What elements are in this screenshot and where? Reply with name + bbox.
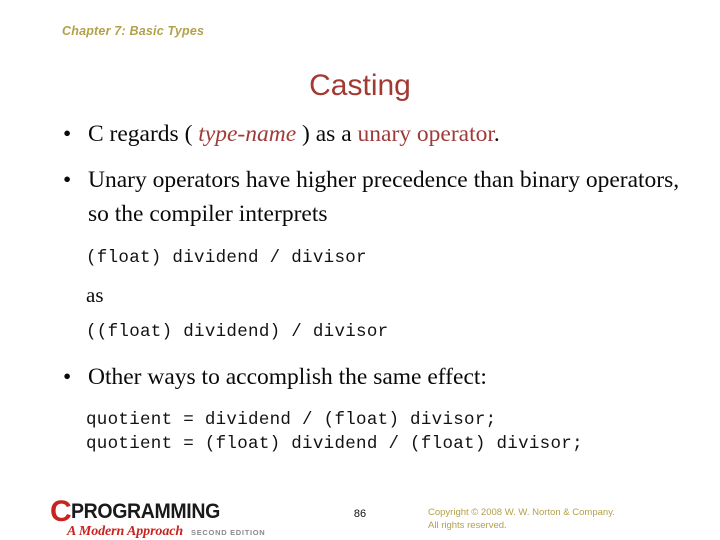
logo-subtitle-row: A Modern Approach SECOND EDITION [50, 524, 280, 540]
logo-word-programming: PROGRAMMING [70, 499, 220, 523]
bullet-1-paren-close: ) [296, 121, 310, 147]
bullet-1-type-name: type-name [198, 121, 297, 147]
copyright-notice: Copyright © 2008 W. W. Norton & Company.… [428, 506, 615, 532]
bullet-glyph: • [63, 363, 72, 390]
bullet-item-3: • Other ways to accomplish the same effe… [0, 361, 720, 394]
bullet-1-emphasis: unary operator [357, 121, 494, 147]
bullet-glyph: • [63, 121, 72, 147]
slide-footer: C PROGRAMMING A Modern Approach SECOND E… [0, 492, 720, 540]
bullet-item-1: • C regards ( type-name ) as a unary ope… [0, 118, 720, 151]
page-number: 86 [353, 508, 367, 520]
bullet-1-paren-open: ( [184, 121, 199, 147]
bullet-3-text: Other ways to accomplish the same effect… [88, 363, 487, 390]
bullet-item-2: • Unary operators have higher precedence… [0, 164, 720, 231]
bullet-1-part3: . [493, 121, 500, 147]
code-line-2: ((float) dividend) / divisor [86, 321, 389, 342]
logo-letter-c-icon: C [50, 494, 72, 528]
page-title: Casting [309, 69, 411, 102]
bullet-1-part2: as a [309, 121, 358, 147]
copyright-line-2: All rights reserved. [428, 520, 507, 532]
book-logo: C PROGRAMMING A Modern Approach SECOND E… [50, 494, 280, 540]
logo-subtitle: A Modern Approach [67, 524, 184, 539]
code-line-4: quotient = (float) dividend / (float) di… [86, 433, 583, 454]
as-label: as [86, 282, 104, 307]
code-line-1: (float) dividend / divisor [86, 248, 367, 269]
bullet-2-text: Unary operators have higher precedence t… [88, 167, 680, 227]
copyright-line-1: Copyright © 2008 W. W. Norton & Company. [428, 507, 615, 518]
chapter-header: Chapter 7: Basic Types [62, 24, 205, 38]
bullet-glyph: • [63, 167, 72, 194]
bullet-1-text: C regards ( type-name ) as a unary opera… [88, 121, 500, 147]
logo-edition: SECOND EDITION [191, 528, 266, 537]
slide-content: • C regards ( type-name ) as a unary ope… [0, 118, 720, 456]
code-line-3: quotient = dividend / (float) divisor; [86, 409, 497, 430]
logo-wordmark: C PROGRAMMING [50, 494, 280, 528]
bullet-1-part1: C regards [88, 121, 185, 147]
